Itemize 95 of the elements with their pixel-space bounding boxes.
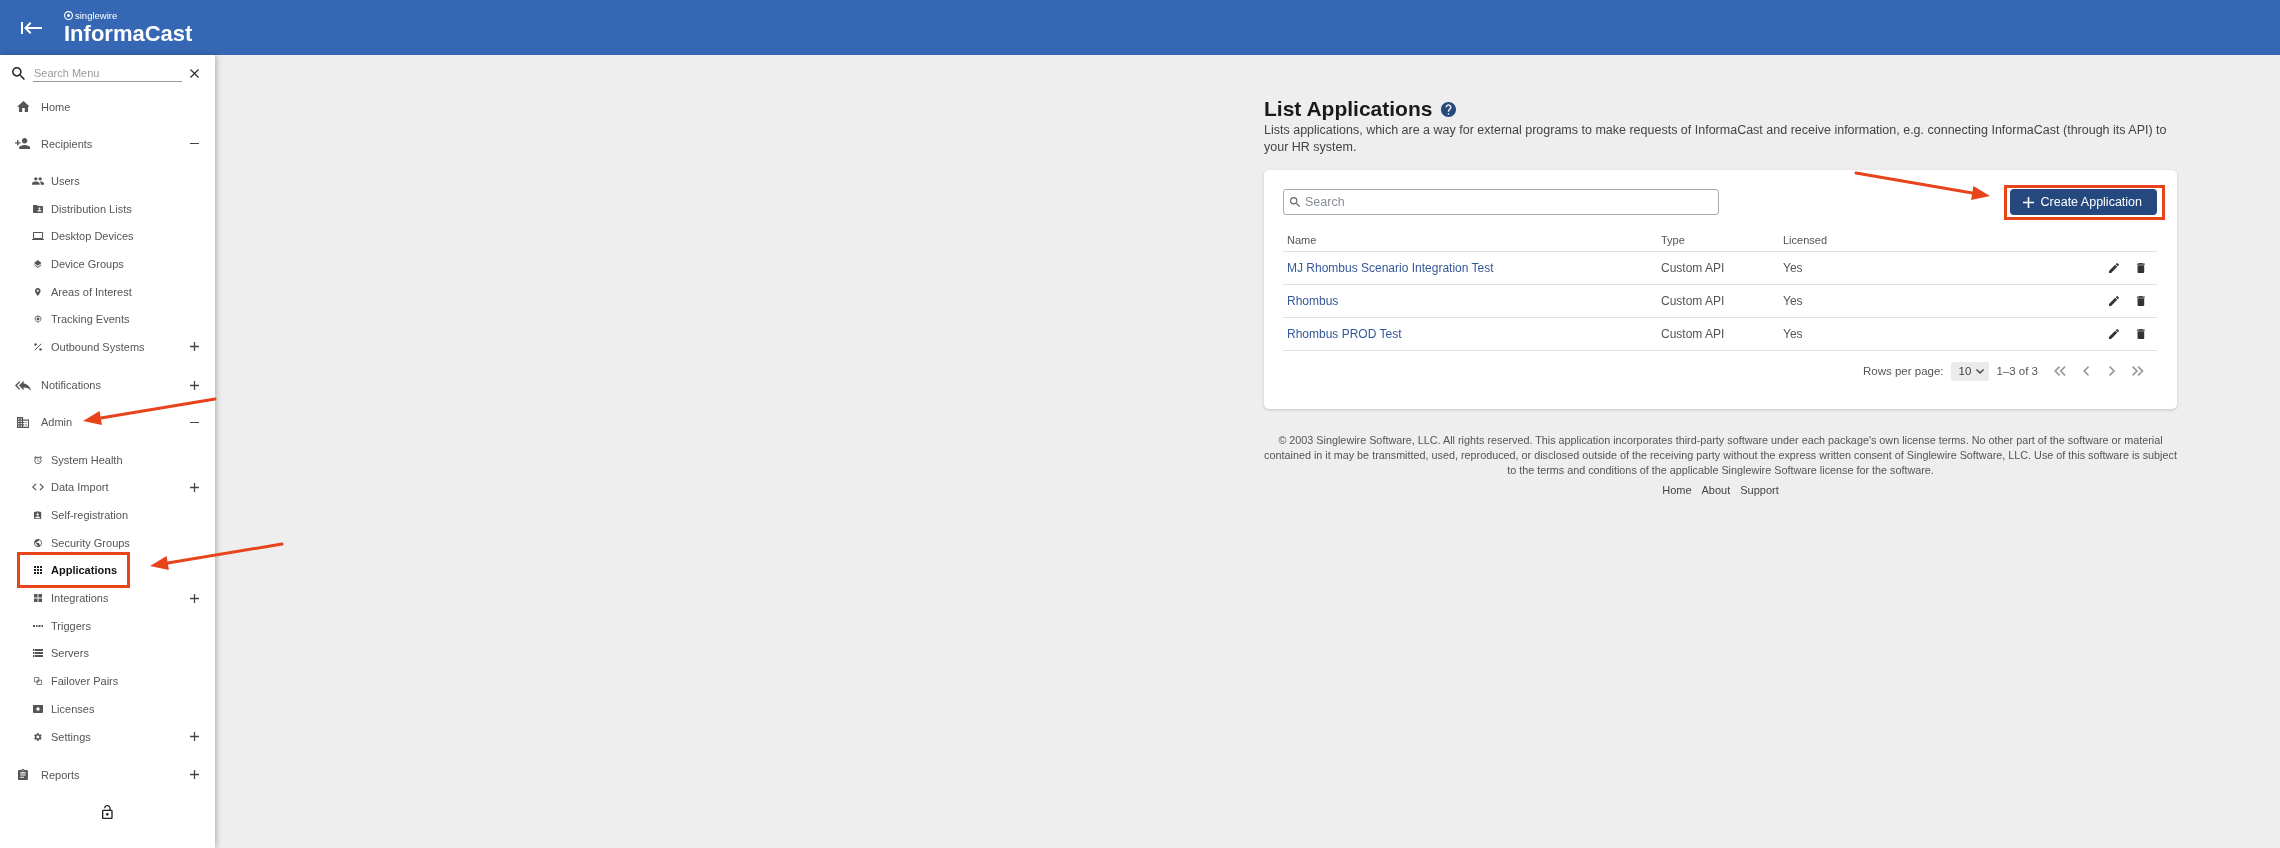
building-icon [16,416,30,428]
tiles-icon [34,594,42,603]
sidebar-item[interactable]: Data Import [32,479,109,496]
page-title: List Applications [1264,96,1433,122]
overlapping-squares-icon [34,677,42,686]
plus-icon [2022,196,2034,208]
search-icon [12,66,25,80]
sidebar-item[interactable]: Integrations [32,590,109,607]
gear-icon [34,732,42,741]
column-header: Name [1287,233,1317,246]
plus-icon[interactable] [190,593,199,603]
plus-icon[interactable] [190,732,199,742]
pencil-icon[interactable] [2109,329,2120,339]
code-icon [32,483,44,492]
footer-link[interactable]: About [1701,484,1731,496]
copyright-text: © 2003 Singlewire Software, LLC. All rights reserved. This application incorporates third-party software under each package's own license terms. No other part of the software or material contained in it may be transmitted, used, reproduced, or disclosed outside of the receiving party without the express written consent of Singlewire Software, LLC. Use of this software is subject to the terms and conditions of the applicable Singlewire Software license for the software. [1264,433,2177,478]
reply-all-icon [15,379,31,391]
sidebar-item[interactable]: Admin [15,414,73,431]
collapse-icon[interactable] [21,21,42,34]
trash-icon[interactable] [2137,296,2145,306]
sidebar-item[interactable]: Servers [32,645,89,662]
clipboard-icon [18,769,28,781]
sidebar-item[interactable]: Users [32,172,80,189]
grid-icon [34,566,42,575]
table-cell: Custom API [1661,261,1725,275]
sidebar-item[interactable]: Applications [32,562,117,579]
search-field[interactable]: Search [1283,189,1719,215]
help-icon[interactable] [1441,101,1457,117]
padlock-icon[interactable] [102,805,113,820]
page-description: Lists applications, which are a way for external programs to make requests of InformaCast and receive information, e.g. connecting InformaCast (through its API) to your HR system. [1264,122,2168,156]
footer-link[interactable]: Home [1662,484,1692,496]
alarm-clock-icon [34,455,42,464]
application-link[interactable]: MJ Rhombus Scenario Integration Test [1287,261,1494,275]
sidebar-item[interactable]: Home [15,98,71,115]
search-icon [1290,197,1300,207]
trash-icon[interactable] [2137,329,2145,339]
sidebar-item[interactable]: Distribution Lists [32,200,132,217]
rows-per-page-label: Rows per page: [1863,365,1944,377]
globe-icon [34,538,42,547]
laptop-icon [32,232,44,241]
sidebar-item[interactable]: Areas of Interest [32,283,132,300]
people-icon [32,176,44,185]
sidebar-item[interactable]: Recipients [15,135,93,152]
brand-tagline: singlewire [75,9,118,22]
close-icon[interactable] [190,68,199,78]
create-application-button[interactable]: Create Application [2009,189,2157,215]
sidebar-item[interactable]: Desktop Devices [32,228,134,245]
layers-icon [34,259,42,268]
stack-icon [33,649,43,658]
plus-icon[interactable] [190,770,199,780]
sidebar-item[interactable]: Settings [32,728,91,745]
column-header: Type [1661,233,1685,246]
application-link[interactable]: Rhombus [1287,294,1339,308]
minus-icon[interactable] [190,421,199,423]
pencil-icon[interactable] [2109,296,2120,306]
application-link[interactable]: Rhombus PROD Test [1287,327,1402,341]
table-cell: Yes [1783,294,1803,308]
minus-icon[interactable] [190,142,199,145]
search-field[interactable]: Search Menu [33,64,182,82]
house-icon [16,101,30,112]
sidebar-item[interactable]: Licenses [32,700,95,717]
plus-icon[interactable] [190,482,199,492]
rows-per-page-select[interactable]: 10 [1950,361,1990,381]
card-icon [33,704,43,713]
table-cell: Yes [1783,261,1803,275]
plus-icon[interactable] [190,342,199,352]
sidebar-item[interactable]: Notifications [15,377,101,394]
logo-icon [64,11,73,20]
brand-name: InformaCast [64,21,193,46]
sidebar-item[interactable]: Device Groups [32,255,124,272]
pencil-icon[interactable] [2109,263,2120,273]
map-pin-icon [35,287,41,296]
sidebar-item[interactable]: Reports [15,766,80,783]
sidebar-item[interactable]: Self-registration [32,507,129,524]
trash-icon[interactable] [2137,263,2145,273]
page-range: 1–3 of 3 [1996,365,2038,377]
chevron-down-icon [1976,368,1985,374]
table-cell: Custom API [1661,294,1725,308]
sidebar-item[interactable]: Tracking Events [32,311,130,328]
dashes-icon [33,624,43,627]
column-header: Licensed [1783,233,1828,246]
percent-icon [34,342,42,351]
plus-icon[interactable] [190,380,199,390]
target-icon [34,315,42,324]
table-cell: Custom API [1661,327,1725,341]
table-cell: Yes [1783,327,1803,341]
id-badge-icon [34,511,42,520]
sidebar-item[interactable]: Failover Pairs [32,673,119,690]
footer-link[interactable]: Support [1740,484,1779,496]
sidebar-item[interactable]: Security Groups [32,534,130,551]
sidebar-item[interactable]: System Health [32,451,123,468]
person-add-icon [15,138,31,149]
sidebar-item[interactable]: Outbound Systems [32,338,145,355]
sidebar-item[interactable]: Triggers [32,617,91,634]
folder-icon [33,204,43,213]
